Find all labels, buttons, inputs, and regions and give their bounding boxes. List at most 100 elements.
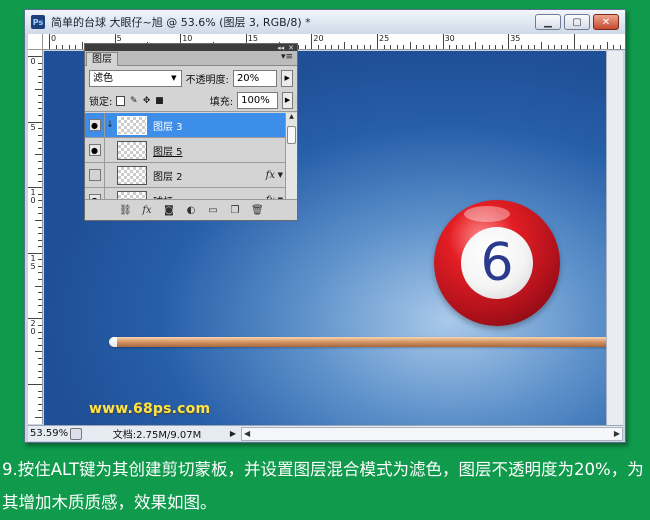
ruler-tick (38, 108, 42, 110)
layer-thumbnail (117, 165, 147, 185)
ruler-tick (38, 239, 42, 241)
visibility-toggle[interactable]: ● (85, 113, 105, 138)
fill-label: 填充: (209, 97, 234, 108)
ruler-tick (38, 410, 42, 412)
visibility-toggle[interactable] (85, 162, 105, 188)
ruler-tick (35, 285, 42, 287)
ruler-tick (38, 174, 42, 176)
scroll-up-icon[interactable]: ▲ (286, 113, 297, 120)
layers-panel: ◂◂ ✕ 图层 ▾≡ 滤色 ▼ 不透明度: 20% ▶ 锁定: ✎ ✥ ■ 填充… (84, 43, 298, 221)
new-group-icon[interactable]: ▭ (207, 205, 219, 216)
status-arrow-icon[interactable]: ▶ (228, 429, 238, 438)
ruler-tick (416, 45, 418, 49)
ruler-tick (390, 45, 392, 49)
ruler-tick (38, 206, 42, 208)
ruler-tick (508, 34, 510, 49)
ruler-tick (357, 45, 359, 49)
ruler-tick (38, 403, 42, 405)
delete-layer-icon[interactable]: 🗑 (251, 205, 264, 216)
layers-scrollbar[interactable]: ▲ (285, 113, 297, 200)
ruler-label: 5 (116, 34, 122, 43)
ruler-tick (75, 45, 77, 49)
ruler-tick (436, 45, 438, 49)
ruler-tick (38, 311, 42, 313)
window-controls: ▁ ▢ ✕ (535, 14, 619, 30)
panel-tabbar: 图层 ▾≡ (85, 51, 297, 66)
layer-effects-icon[interactable]: fx (266, 170, 275, 181)
add-mask-icon[interactable]: ◙ (163, 205, 175, 216)
ruler-origin[interactable] (28, 34, 43, 50)
opacity-field[interactable]: 20% (232, 69, 278, 87)
ruler-tick (527, 45, 529, 49)
ruler-tick (35, 220, 42, 221)
expand-effects-icon[interactable]: ▼ (278, 171, 283, 179)
ruler-tick (468, 45, 470, 49)
ruler-tick (495, 45, 497, 49)
ruler-tick (370, 45, 372, 49)
scroll-left-icon[interactable]: ◀ (244, 429, 250, 438)
ruler-tick (38, 180, 42, 182)
vertical-scrollbar[interactable] (606, 51, 623, 425)
ruler-label: 20 (313, 34, 324, 43)
ruler-tick (331, 45, 333, 49)
layer-row[interactable]: ● ↓ 图层 3 (85, 113, 285, 138)
status-bar: 53.59% 文档:2.75M/9.07M ▶ ◀ ▶ (28, 425, 623, 441)
ruler-tick (38, 370, 42, 372)
opacity-stepper[interactable]: ▶ (281, 69, 294, 87)
new-layer-icon[interactable]: ❐ (229, 205, 241, 216)
lock-pixels-icon[interactable]: ✎ (129, 96, 138, 106)
layer-row[interactable]: ● 图层 5 (85, 137, 285, 163)
ruler-tick (38, 115, 42, 117)
close-button[interactable]: ✕ (593, 14, 619, 30)
add-layer-style-icon[interactable]: fx (141, 205, 153, 216)
ball-number: 6 (480, 233, 514, 293)
blend-mode-select[interactable]: 滤色 ▼ (89, 69, 182, 87)
ruler-tick (317, 45, 319, 49)
lock-transparency-icon[interactable] (116, 95, 126, 106)
minimize-button[interactable]: ▁ (535, 14, 561, 30)
ruler-tick (38, 246, 42, 248)
ruler-label: 25 (379, 34, 390, 43)
watermark: www.68ps.com (89, 401, 211, 417)
ruler-tick (38, 265, 42, 267)
cue-stick (109, 337, 606, 347)
ruler-tick (593, 45, 595, 49)
lock-all-icon[interactable]: ■ (155, 96, 164, 106)
ruler-tick (55, 45, 57, 49)
panel-menu-icon[interactable]: ▾≡ (281, 52, 293, 62)
ruler-tick (38, 141, 42, 143)
fill-stepper[interactable]: ▶ (282, 92, 294, 109)
ruler-label: 1 5 (30, 253, 36, 271)
ruler-tick (38, 101, 42, 103)
scroll-thumb[interactable] (287, 126, 296, 144)
horizontal-scrollbar[interactable]: ◀ ▶ (241, 426, 623, 441)
ruler-tick (586, 45, 588, 49)
maximize-button[interactable]: ▢ (564, 14, 590, 30)
fill-field[interactable]: 100% (237, 92, 279, 109)
window-titlebar[interactable]: Ps 简单的台球 大眼仔~旭 @ 53.6% (图层 3, RGB/8) * ▁… (25, 10, 625, 34)
status-menu-icon[interactable] (70, 427, 82, 440)
zoom-level[interactable]: 53.59% (28, 428, 70, 439)
layer-name: 图层 2 (153, 171, 183, 183)
layers-list: ● ↓ 图层 3 ● 图层 5 图层 2 fx ▼ ● fx ▼ (85, 113, 285, 200)
ruler-tick (501, 45, 503, 49)
ruler-tick (567, 45, 569, 49)
ruler-tick (521, 45, 523, 49)
ruler-tick (455, 45, 457, 49)
visibility-toggle[interactable]: ● (85, 137, 105, 163)
ruler-tick (514, 45, 516, 49)
ruler-tick (606, 42, 608, 49)
lock-position-icon[interactable]: ✥ (142, 96, 151, 106)
vertical-ruler[interactable]: 0 5 1 0 1 5 2 0 (28, 50, 43, 424)
ruler-tick (62, 45, 64, 49)
tab-layers[interactable]: 图层 (86, 52, 118, 66)
link-layers-icon[interactable]: ⛓ (119, 205, 132, 216)
layer-row[interactable]: 图层 2 fx ▼ (85, 162, 285, 188)
ruler-tick (547, 45, 549, 49)
ruler-tick (81, 42, 83, 49)
ruler-tick (49, 34, 50, 49)
scroll-right-icon[interactable]: ▶ (614, 429, 620, 438)
clipping-mask-icon: ↓ (106, 120, 114, 130)
opacity-label: 不透明度: (185, 74, 229, 86)
adjustment-layer-icon[interactable]: ◐ (185, 205, 197, 216)
